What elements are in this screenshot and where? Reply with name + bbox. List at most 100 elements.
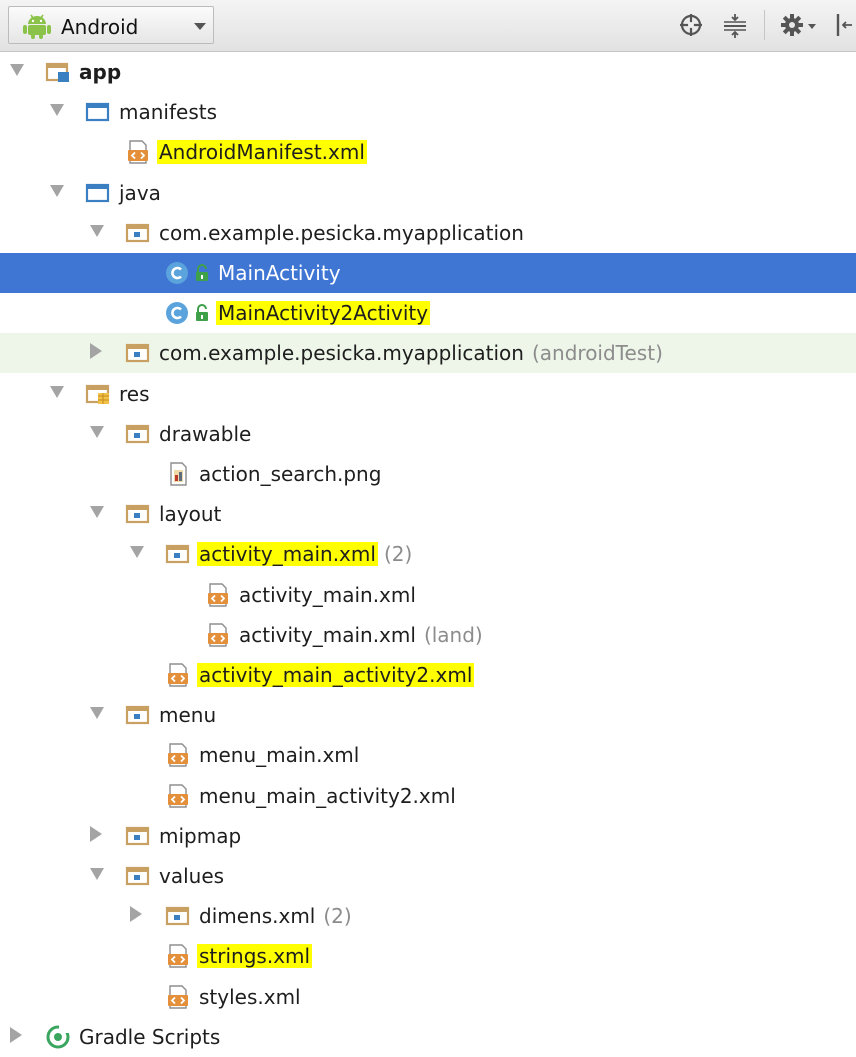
tree-node-label: activity_main.xml (land) — [237, 623, 483, 647]
tree-node-label: action_search.png — [197, 462, 383, 486]
tree-node[interactable]: values — [0, 856, 856, 896]
tree-node-name: activity_main.xml — [197, 542, 378, 566]
project-toolbar: Android — [0, 0, 856, 52]
tree-node[interactable]: strings.xml — [0, 936, 856, 976]
tree-node[interactable]: MainActivity — [0, 253, 856, 293]
tree-node-name: java — [119, 181, 161, 205]
tree-node-name: Gradle Scripts — [79, 1025, 221, 1049]
tree-node-label: dimens.xml (2) — [197, 904, 352, 928]
expand-arrow-down-icon[interactable] — [50, 185, 64, 197]
xml-file-icon — [165, 985, 191, 1009]
tree-node[interactable]: drawable — [0, 414, 856, 454]
tree-node-name: activity_main_activity2.xml — [197, 663, 475, 687]
tree-node-label: mipmap — [157, 824, 243, 848]
tree-node[interactable]: activity_main.xml — [0, 575, 856, 615]
expand-arrow-right-icon[interactable] — [10, 1027, 22, 1043]
tree-node-label: values — [157, 864, 226, 888]
tree-node[interactable]: Gradle Scripts — [0, 1017, 856, 1057]
expand-arrow-down-icon[interactable] — [50, 104, 64, 116]
tree-node[interactable]: AndroidManifest.xml — [0, 132, 856, 172]
tree-node-name: menu — [159, 703, 217, 727]
xml-file-icon — [125, 140, 151, 164]
tree-node-label: menu — [157, 703, 218, 727]
package-folder-icon — [125, 824, 151, 848]
tree-node[interactable]: menu — [0, 695, 856, 735]
package-folder-icon — [125, 864, 151, 888]
package-folder-icon — [125, 502, 151, 526]
class-icon — [165, 261, 191, 285]
tree-node-label: AndroidManifest.xml — [157, 140, 367, 164]
tree-node-name: strings.xml — [197, 944, 313, 968]
collapse-all-icon[interactable] — [722, 12, 748, 40]
tree-node[interactable]: res — [0, 374, 856, 414]
tree-node[interactable]: app — [0, 52, 856, 92]
expand-arrow-right-icon[interactable] — [90, 343, 102, 359]
xml-file-icon — [205, 623, 231, 647]
tree-node-name: menu_main_activity2.xml — [199, 784, 456, 808]
tree-node-label: activity_main_activity2.xml — [197, 663, 475, 687]
folder-icon — [85, 181, 111, 205]
tree-node-name: app — [79, 60, 122, 84]
expand-arrow-down-icon[interactable] — [50, 386, 64, 398]
xml-file-icon — [165, 944, 191, 968]
tree-node-label: strings.xml — [197, 944, 313, 968]
lock-icon — [194, 263, 210, 287]
tree-node-label: Gradle Scripts — [77, 1025, 222, 1049]
tree-node[interactable]: menu_main_activity2.xml — [0, 776, 856, 816]
tree-node-name: layout — [159, 502, 222, 526]
expand-arrow-right-icon[interactable] — [90, 826, 102, 842]
tree-node[interactable]: layout — [0, 494, 856, 534]
tree-node-name: activity_main.xml — [239, 623, 416, 647]
tree-node[interactable]: activity_main_activity2.xml — [0, 655, 856, 695]
tree-node-label: com.example.pesicka.myapplication (androi… — [157, 341, 663, 365]
android-icon — [23, 14, 51, 39]
tree-node-name: manifests — [119, 100, 217, 124]
expand-arrow-down-icon[interactable] — [90, 506, 104, 518]
hide-panel-icon[interactable] — [834, 12, 854, 38]
tree-node-label: MainActivity — [216, 261, 343, 285]
folder-icon — [85, 100, 111, 124]
tree-node-name: MainActivity — [218, 261, 341, 285]
tree-node[interactable]: menu_main.xml — [0, 735, 856, 775]
tree-node-label: com.example.pesicka.myapplication — [157, 221, 526, 245]
tree-node-name: com.example.pesicka.myapplication — [159, 221, 524, 245]
scroll-from-source-icon[interactable] — [678, 12, 704, 38]
tree-node[interactable]: activity_main.xml (2) — [0, 534, 856, 574]
xml-file-icon — [165, 663, 191, 687]
tree-node-name: action_search.png — [199, 462, 382, 486]
tree-node[interactable]: mipmap — [0, 816, 856, 856]
expand-arrow-down-icon[interactable] — [130, 546, 144, 558]
expand-arrow-down-icon[interactable] — [90, 426, 104, 438]
project-view-selector[interactable]: Android — [8, 6, 214, 44]
tree-node[interactable]: dimens.xml (2) — [0, 896, 856, 936]
image-file-icon — [165, 462, 191, 486]
class-icon — [165, 301, 191, 325]
tree-node[interactable]: action_search.png — [0, 454, 856, 494]
package-folder-icon — [165, 542, 191, 566]
project-view-label: Android — [61, 15, 139, 39]
tree-node[interactable]: manifests — [0, 92, 856, 132]
tree-node[interactable]: MainActivity2Activity — [0, 293, 856, 333]
tree-node-label: activity_main.xml (2) — [197, 542, 412, 566]
expand-arrow-down-icon[interactable] — [90, 868, 104, 880]
tree-node[interactable]: java — [0, 173, 856, 213]
expand-arrow-down-icon[interactable] — [10, 64, 24, 76]
tree-node[interactable]: com.example.pesicka.myapplication (androi… — [0, 333, 856, 373]
expand-arrow-right-icon[interactable] — [130, 906, 142, 922]
tree-node[interactable]: styles.xml — [0, 977, 856, 1017]
tree-node[interactable]: com.example.pesicka.myapplication — [0, 213, 856, 253]
settings-gear-icon[interactable] — [780, 12, 820, 38]
tree-node-suffix: (androidTest) — [531, 341, 663, 365]
tree-node-label: menu_main.xml — [197, 743, 361, 767]
chevron-down-icon — [194, 23, 206, 30]
tree-node-name: MainActivity2Activity — [216, 301, 431, 325]
tree-node-suffix: (2) — [323, 904, 352, 928]
tree-node-label: java — [117, 181, 163, 205]
tree-node-label: activity_main.xml — [237, 583, 418, 607]
expand-arrow-down-icon[interactable] — [90, 707, 104, 719]
module-icon — [45, 60, 71, 84]
tree-node-name: AndroidManifest.xml — [157, 140, 367, 164]
tree-node[interactable]: activity_main.xml (land) — [0, 615, 856, 655]
expand-arrow-down-icon[interactable] — [90, 225, 104, 237]
tree-node-name: values — [159, 864, 225, 888]
